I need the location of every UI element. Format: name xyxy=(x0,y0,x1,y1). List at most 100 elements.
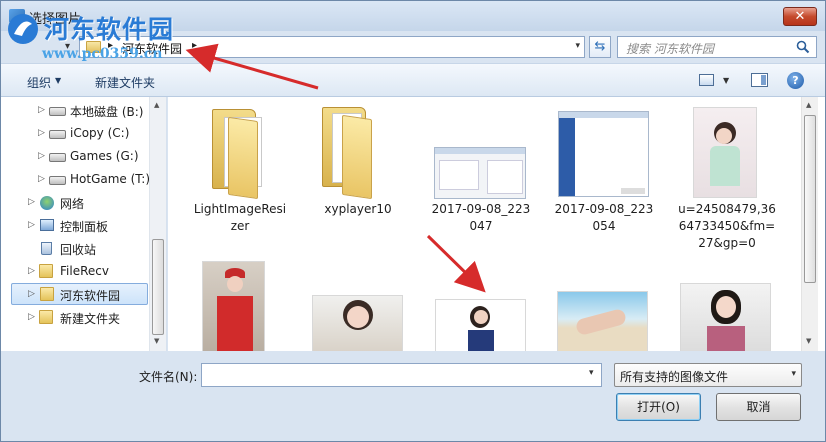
file-item-image[interactable] xyxy=(302,257,422,351)
sidebar-scroll-thumb[interactable] xyxy=(152,239,164,335)
sidebar-item-network[interactable]: ▷ 网络 xyxy=(28,192,148,214)
thumb-buttons xyxy=(621,188,645,194)
expand-icon[interactable]: ▷ xyxy=(28,289,35,299)
sidebar-item-label: 河东软件园 xyxy=(60,289,121,303)
close-button[interactable]: ✕ xyxy=(783,7,817,26)
content-scrollbar[interactable]: ▲ ▼ xyxy=(801,97,818,351)
file-name: u=24508479,36 64733450&fm= 27&gp=0 xyxy=(667,201,787,252)
file-item-image[interactable] xyxy=(181,257,301,351)
sidebar-item-label: 新建文件夹 xyxy=(60,312,121,326)
command-toolbar: 组织 ▼ 新建文件夹 ▼ ? xyxy=(1,63,825,97)
expand-icon[interactable]: ▷ xyxy=(38,128,45,138)
sidebar-item-label: 本地磁盘 (B:) xyxy=(70,105,144,119)
expand-icon[interactable]: ▷ xyxy=(38,151,45,161)
drive-icon xyxy=(49,153,66,162)
breadcrumb-separator[interactable]: ▸ xyxy=(192,40,197,51)
thumb-figure xyxy=(574,307,628,337)
sidebar-item-label: 回收站 xyxy=(60,243,97,257)
thumb-face xyxy=(474,310,488,324)
search-icon[interactable] xyxy=(796,40,810,54)
change-view-icon[interactable] xyxy=(699,74,714,86)
file-name: LightImageResi zer xyxy=(180,201,300,235)
file-item-folder[interactable]: LightImageResi zer xyxy=(180,97,300,247)
filename-label: 文件名(N): xyxy=(139,370,198,384)
organize-dropdown-icon[interactable]: ▼ xyxy=(55,76,61,85)
cancel-button[interactable]: 取消 xyxy=(716,393,801,421)
image-thumbnail xyxy=(558,111,649,197)
filename-input[interactable] xyxy=(201,363,602,387)
search-input[interactable]: 搜索 河东软件园 xyxy=(617,36,817,58)
expand-icon[interactable]: ▷ xyxy=(28,197,35,207)
expand-icon[interactable]: ▷ xyxy=(38,105,45,115)
file-item-folder[interactable]: xyplayer10 xyxy=(298,97,418,247)
image-thumbnail xyxy=(557,291,648,351)
file-item-image[interactable]: u=24508479,36 64733450&fm= 27&gp=0 xyxy=(667,97,787,257)
navigation-pane: ▷ 本地磁盘 (B:) ▷ iCopy (C:) ▷ Games (G:) ▷ … xyxy=(1,97,167,351)
file-item-image[interactable] xyxy=(668,257,788,351)
sidebar-item-hedong[interactable]: ▷ 河东软件园 xyxy=(11,283,148,305)
image-thumbnail xyxy=(693,107,757,198)
new-folder-button[interactable]: 新建文件夹 xyxy=(95,74,155,91)
sidebar-scrollbar[interactable]: ▲ ▼ xyxy=(149,97,166,351)
thumb-panel xyxy=(487,160,523,194)
expand-icon[interactable]: ▷ xyxy=(38,174,45,184)
expand-icon[interactable]: ▷ xyxy=(28,220,35,230)
file-name-line: 047 xyxy=(469,219,493,233)
address-dropdown-icon[interactable]: ▾ xyxy=(575,41,580,51)
file-name-line: LightImageResi xyxy=(193,202,287,216)
dialog-footer: 文件名(N): ▾ 所有支持的图像文件 ▾ 打开(O) 取消 xyxy=(1,351,825,441)
expand-icon[interactable]: ▷ xyxy=(28,312,35,322)
folder-front xyxy=(342,114,372,200)
file-open-dialog: 选择图片 ✕ ▾ ▸ 河东软件园 ▸ ▾ ⇆ 搜索 河东软件园 组织 ▼ 新建文… xyxy=(0,0,826,442)
file-name-line: zer xyxy=(230,219,250,233)
help-button[interactable]: ? xyxy=(787,72,804,89)
thumb-panel xyxy=(439,160,479,190)
file-item-image[interactable] xyxy=(424,257,544,351)
watermark-logo-icon xyxy=(8,14,38,44)
expand-icon[interactable]: ▷ xyxy=(28,266,35,276)
sidebar-item-drive-t[interactable]: ▷ HotGame (T:) xyxy=(38,169,150,191)
folder-icon xyxy=(39,310,53,324)
filename-dropdown-icon[interactable]: ▾ xyxy=(589,368,594,378)
file-item-image[interactable]: 2017-09-08_223 047 xyxy=(421,97,541,247)
file-type-dropdown-icon[interactable]: ▾ xyxy=(791,369,796,379)
search-placeholder: 搜索 河东软件园 xyxy=(626,42,714,56)
open-button[interactable]: 打开(O) xyxy=(616,393,701,421)
sidebar-item-drive-g[interactable]: ▷ Games (G:) xyxy=(38,146,148,168)
file-name-line: 64733450&fm= xyxy=(678,219,776,233)
thumb-face xyxy=(716,296,736,318)
scroll-down-icon[interactable]: ▼ xyxy=(806,337,811,345)
sidebar-item-drive-b[interactable]: ▷ 本地磁盘 (B:) xyxy=(38,100,148,122)
file-name: xyplayer10 xyxy=(298,201,418,218)
file-list: LightImageResi zer xyplayer10 2017-09-08… xyxy=(168,97,825,351)
sidebar-item-filerecv[interactable]: ▷ FileRecv xyxy=(28,261,148,283)
sidebar-item-label: FileRecv xyxy=(60,264,109,278)
thumb-titlebar xyxy=(559,112,648,118)
drive-icon xyxy=(49,107,66,116)
sidebar-item-drive-c[interactable]: ▷ iCopy (C:) xyxy=(38,123,148,145)
sidebar-item-label: 网络 xyxy=(60,197,85,211)
drive-icon xyxy=(49,130,66,139)
watermark-title: 河东软件园 xyxy=(44,15,175,44)
file-name-line: 27&gp=0 xyxy=(698,236,756,250)
scroll-down-icon[interactable]: ▼ xyxy=(154,337,159,345)
view-options-dropdown-icon[interactable]: ▼ xyxy=(723,76,729,85)
image-thumbnail xyxy=(434,147,526,199)
sidebar-item-control-panel[interactable]: ▷ 控制面板 xyxy=(28,215,148,237)
refresh-button[interactable]: ⇆ xyxy=(589,36,611,58)
recycle-bin-icon xyxy=(41,242,52,255)
watermark-url: www.pc0359.cn xyxy=(42,46,163,62)
image-thumbnail xyxy=(680,283,771,351)
sidebar-item-new-folder[interactable]: ▷ 新建文件夹 xyxy=(28,307,148,329)
thumb-dress xyxy=(710,146,740,186)
organize-button[interactable]: 组织 xyxy=(27,74,51,91)
file-item-image[interactable]: 2017-09-08_223 054 xyxy=(544,97,664,247)
sidebar-item-recycle-bin[interactable]: 回收站 xyxy=(28,238,148,260)
scroll-up-icon[interactable]: ▲ xyxy=(806,101,811,109)
image-thumbnail xyxy=(202,261,265,351)
scroll-up-icon[interactable]: ▲ xyxy=(154,101,159,109)
file-type-select[interactable]: 所有支持的图像文件 ▾ xyxy=(614,363,802,387)
content-scroll-thumb[interactable] xyxy=(804,115,816,283)
preview-pane-icon[interactable] xyxy=(751,73,768,87)
file-item-image[interactable] xyxy=(546,257,666,351)
